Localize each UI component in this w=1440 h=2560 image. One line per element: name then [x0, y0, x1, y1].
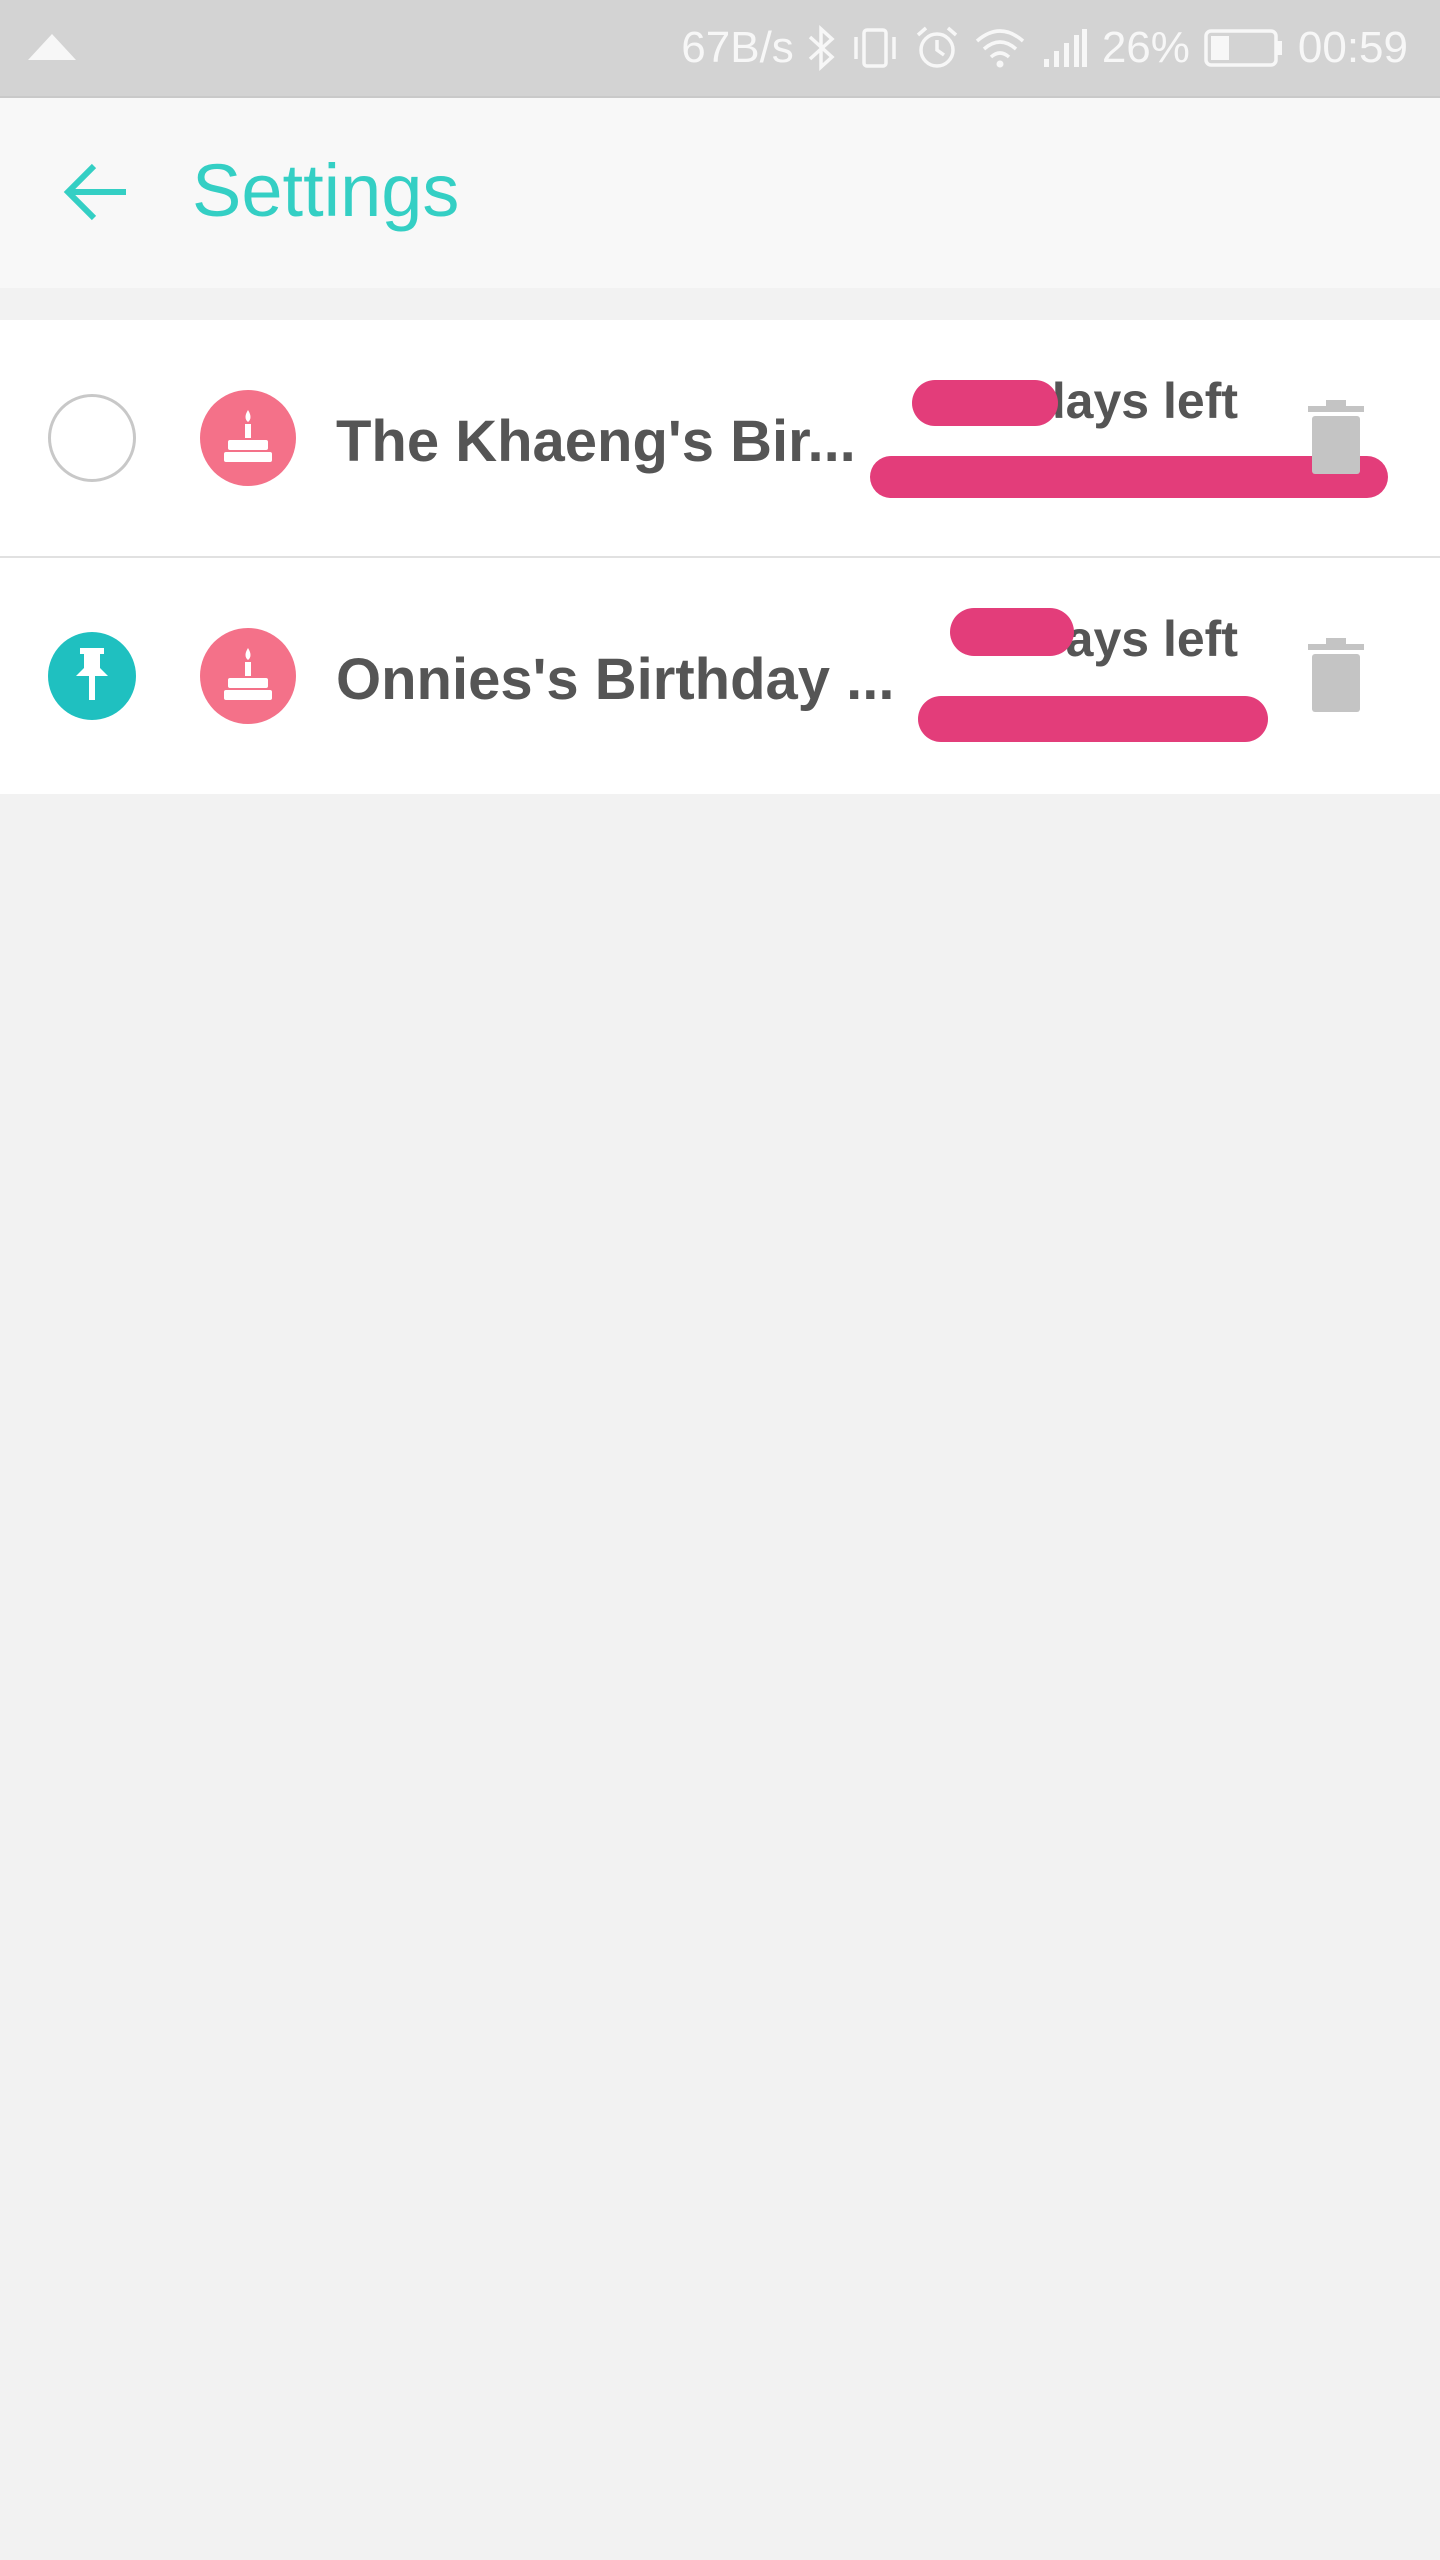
list-item[interactable]: The Khaeng's Bir... days left	[0, 320, 1440, 556]
pin-toggle[interactable]	[48, 394, 136, 482]
vibrate-icon	[850, 27, 900, 69]
birthday-cake-icon	[220, 646, 276, 707]
status-bar: 67B/s 26% 00:59	[0, 0, 1440, 96]
network-speed: 67B/s	[681, 23, 794, 72]
wifi-icon	[974, 27, 1026, 69]
pin-toggle[interactable]	[48, 632, 136, 720]
battery-icon	[1204, 28, 1284, 68]
event-list: The Khaeng's Bir... days left Onnies's B…	[0, 320, 1440, 794]
notification-arrow-icon	[28, 34, 76, 65]
redaction-mark	[918, 696, 1268, 742]
birthday-cake-icon	[220, 408, 276, 469]
back-button[interactable]	[54, 156, 138, 232]
clock: 00:59	[1297, 23, 1408, 72]
days-left: ays left	[1065, 611, 1238, 667]
event-name: Onnies's Birthday ...	[336, 647, 895, 712]
event-icon	[200, 628, 296, 724]
days-left: days left	[1035, 373, 1238, 429]
list-item[interactable]: Onnies's Birthday ... ays left	[0, 556, 1440, 794]
redaction-mark	[912, 380, 1058, 426]
pushpin-icon	[70, 646, 114, 707]
redaction-mark	[950, 608, 1074, 656]
delete-button[interactable]	[1306, 637, 1366, 717]
arrow-left-icon	[62, 162, 130, 227]
bluetooth-icon	[808, 25, 836, 71]
page-title: Settings	[192, 149, 460, 232]
battery-percent: 26%	[1101, 23, 1190, 72]
screen: 67B/s 26% 00:59 Settings The Khaeng's Bi…	[0, 0, 1440, 2560]
alarm-icon	[914, 25, 960, 71]
app-bar: Settings	[0, 96, 1440, 288]
delete-button[interactable]	[1306, 399, 1366, 479]
event-icon	[200, 390, 296, 486]
signal-icon	[1040, 27, 1088, 69]
trash-icon	[1308, 399, 1364, 479]
status-icons: 67B/s 26% 00:59	[681, 0, 1408, 96]
event-name: The Khaeng's Bir...	[336, 409, 856, 474]
trash-icon	[1308, 637, 1364, 717]
